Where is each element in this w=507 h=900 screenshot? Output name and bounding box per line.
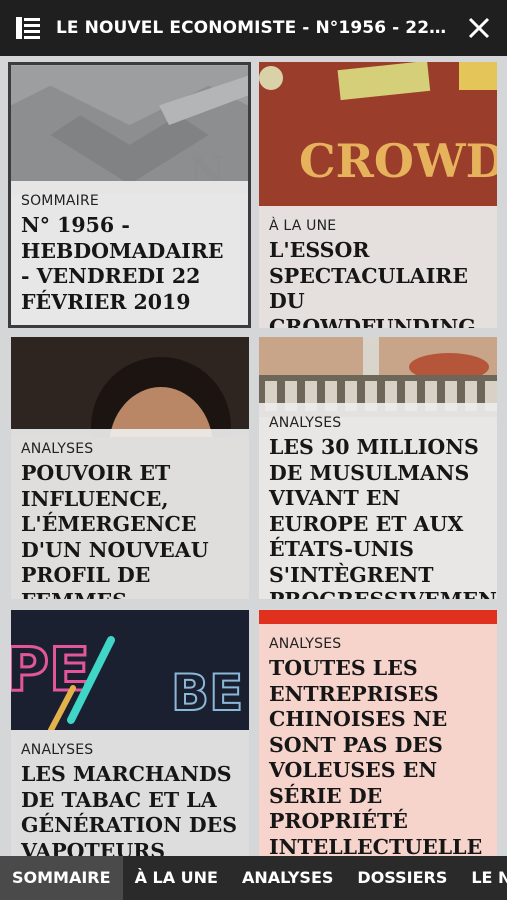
card-category: ANALYSES bbox=[269, 415, 342, 431]
card-text-panel: ANALYSES LES 30 MILLIONS DE MUSULMANS VI… bbox=[259, 403, 497, 599]
crowd-text: CROWD bbox=[299, 134, 497, 188]
svg-text:BE: BE bbox=[171, 664, 243, 722]
card-headline: LES MARCHANDS DE TABAC ET LA GÉNÉRATION … bbox=[21, 762, 238, 856]
vape-neon-image: PE BE bbox=[11, 610, 249, 730]
card-category: SOMMAIRE bbox=[21, 193, 99, 209]
cover-image: N bbox=[11, 65, 248, 194]
card-headline: POUVOIR ET INFLUENCE, L'ÉMERGENCE D'UN N… bbox=[21, 461, 209, 599]
card-text-panel: ANALYSES POUVOIR ET INFLUENCE, L'ÉMERGEN… bbox=[11, 429, 249, 599]
top-bar: LE NOUVEL ECONOMISTE - N°1956 - 22 FÉVRI… bbox=[0, 0, 507, 56]
article-grid: N SOMMAIRE N° 1956 - HEBDOMADAIRE - VEND… bbox=[0, 56, 507, 856]
accent-stripe bbox=[259, 610, 497, 624]
card-category: À LA UNE bbox=[269, 218, 337, 234]
card-text-panel: ANALYSES LES MARCHANDS DE TABAC ET LA GÉ… bbox=[11, 730, 249, 856]
tab-a-la-une[interactable]: À LA UNE bbox=[123, 856, 230, 900]
card-headline: N° 1956 - HEBDOMADAIRE - VENDREDI 22 FÉV… bbox=[21, 213, 224, 314]
article-card-tabac[interactable]: PE BE ANALYSES LES MARCHANDS DE TABAC ET… bbox=[11, 610, 249, 856]
card-text-panel: SOMMAIRE N° 1956 - HEBDOMADAIRE - VENDRE… bbox=[11, 181, 248, 325]
book-menu-icon[interactable] bbox=[0, 0, 56, 56]
section-tab-bar: SOMMAIRE À LA UNE ANALYSES DOSSIERS LE N… bbox=[0, 856, 507, 900]
tab-analyses[interactable]: ANALYSES bbox=[230, 856, 345, 900]
card-category: ANALYSES bbox=[21, 742, 94, 758]
article-card-pouvoir[interactable]: ANALYSES POUVOIR ET INFLUENCE, L'ÉMERGEN… bbox=[11, 337, 249, 599]
article-card-sommaire[interactable]: N SOMMAIRE N° 1956 - HEBDOMADAIRE - VEND… bbox=[8, 62, 251, 328]
close-icon[interactable] bbox=[451, 0, 507, 56]
article-card-musulmans[interactable]: ANALYSES LES 30 MILLIONS DE MUSULMANS VI… bbox=[259, 337, 497, 599]
article-card-entreprises-chinoises[interactable]: ANALYSES TOUTES LES ENTREPRISES CHINOISE… bbox=[259, 610, 497, 856]
woman-portrait-image bbox=[11, 337, 249, 437]
card-headline: L'ESSOR SPECTACULAIRE DU CROWDFUNDING bbox=[269, 238, 476, 328]
card-category: ANALYSES bbox=[269, 636, 342, 652]
article-card-crowdfunding[interactable]: CROWD À LA UNE L'ESSOR SPECTACULAIRE DU … bbox=[259, 62, 497, 328]
card-headline: LES 30 MILLIONS DE MUSULMANS VIVANT EN E… bbox=[269, 435, 497, 599]
card-text-panel: À LA UNE L'ESSOR SPECTACULAIRE DU CROWDF… bbox=[259, 206, 497, 328]
tab-dossiers[interactable]: DOSSIERS bbox=[345, 856, 459, 900]
tab-sommaire[interactable]: SOMMAIRE bbox=[0, 856, 123, 900]
card-headline: TOUTES LES ENTREPRISES CHINOISES NE SONT… bbox=[269, 656, 483, 856]
svg-text:PE: PE bbox=[11, 635, 90, 705]
crowdfunding-image: CROWD bbox=[259, 62, 497, 212]
issue-title: LE NOUVEL ECONOMISTE - N°1956 - 22 FÉVRI… bbox=[56, 18, 451, 38]
card-category: ANALYSES bbox=[21, 441, 94, 457]
tab-le-nouvel-economiste[interactable]: LE NOUVEL ÉCONOMISTE bbox=[459, 856, 507, 900]
card-text-panel: ANALYSES TOUTES LES ENTREPRISES CHINOISE… bbox=[259, 624, 497, 856]
